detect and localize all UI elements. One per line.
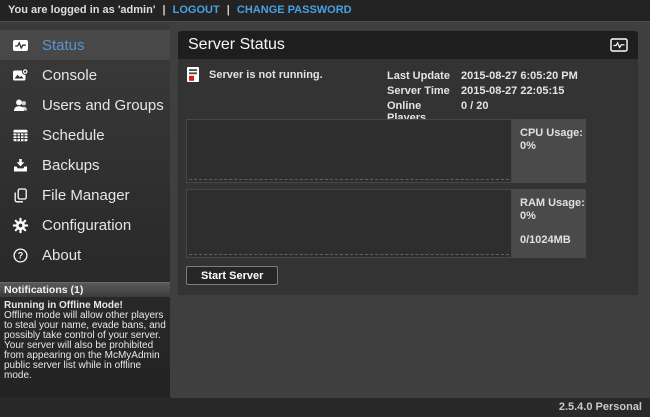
sidebar-nav: Status Console Users and Groups Schedule — [0, 30, 170, 270]
sidebar-item-label: Backups — [42, 157, 100, 174]
logged-in-text: You are logged in as 'admin' — [8, 4, 155, 16]
info-label: Server Time — [387, 85, 461, 97]
panel-header: Server Status — [178, 31, 638, 59]
panel-body: Server is not running. Last Update 2015-… — [178, 59, 638, 295]
start-server-button[interactable]: Start Server — [186, 266, 278, 285]
server-info: Last Update 2015-08-27 6:05:20 PM Server… — [387, 70, 578, 124]
change-password-link[interactable]: CHANGE PASSWORD — [237, 4, 352, 16]
logout-link[interactable]: LOGOUT — [173, 4, 220, 16]
cpu-usage-label: CPU Usage: — [520, 127, 586, 140]
page-title: Server Status — [188, 36, 285, 54]
separator: | — [163, 4, 166, 16]
sidebar-item-about[interactable]: ? About — [0, 240, 170, 270]
server-status-panel: Server Status Server is not running. Las… — [178, 31, 638, 295]
info-label: Last Update — [387, 70, 461, 82]
sidebar-item-status[interactable]: Status — [0, 30, 170, 60]
server-status-message: Server is not running. — [186, 66, 323, 83]
file-manager-icon — [12, 187, 29, 204]
ram-usage-chart — [186, 189, 512, 258]
server-stopped-icon — [186, 66, 200, 83]
notification-text: Offline mode will allow other players to… — [4, 311, 166, 381]
info-value: 2015-08-27 6:05:20 PM — [461, 70, 578, 82]
sidebar-item-backups[interactable]: Backups — [0, 150, 170, 180]
sidebar-item-label: Console — [42, 67, 97, 84]
svg-text:?: ? — [18, 250, 24, 260]
sidebar-item-users-and-groups[interactable]: Users and Groups — [0, 90, 170, 120]
sidebar-item-label: Schedule — [42, 127, 105, 144]
cpu-usage-box: CPU Usage: 0% — [512, 119, 586, 183]
ram-usage-label: RAM Usage: — [520, 197, 586, 210]
sidebar-item-label: File Manager — [42, 187, 130, 204]
notifications-header: Notifications (1) — [0, 282, 170, 297]
cpu-usage-group: CPU Usage: 0% — [186, 119, 586, 183]
sidebar-item-label: Users and Groups — [42, 97, 164, 114]
footer: 2.5.4.0 Personal — [0, 398, 650, 417]
info-value: 2015-08-27 22:05:15 — [461, 85, 578, 97]
server-status-text: Server is not running. — [209, 69, 323, 81]
sidebar-item-label: Configuration — [42, 217, 131, 234]
console-icon — [12, 67, 29, 84]
gear-icon — [12, 217, 29, 234]
schedule-icon — [12, 127, 29, 144]
status-icon — [12, 37, 29, 54]
sidebar-item-console[interactable]: Console — [0, 60, 170, 90]
cpu-usage-chart — [186, 119, 512, 183]
ram-usage-group: RAM Usage: 0% 0/1024MB — [186, 189, 586, 258]
sidebar-item-schedule[interactable]: Schedule — [0, 120, 170, 150]
sidebar-item-label: About — [42, 247, 81, 264]
sidebar-item-configuration[interactable]: Configuration — [0, 210, 170, 240]
sidebar: Status Console Users and Groups Schedule — [0, 21, 170, 398]
notification-item: Running in Offline Mode! Offline mode wi… — [0, 299, 170, 381]
separator: | — [227, 4, 230, 16]
users-icon — [12, 97, 29, 114]
ram-usage-detail: 0/1024MB — [520, 234, 586, 247]
topbar: You are logged in as 'admin' | LOGOUT | … — [0, 0, 650, 21]
main-area: Server Status Server is not running. Las… — [170, 21, 650, 398]
sidebar-item-file-manager[interactable]: File Manager — [0, 180, 170, 210]
ram-usage-box: RAM Usage: 0% 0/1024MB — [512, 189, 586, 258]
question-icon: ? — [12, 247, 29, 264]
ram-usage-value: 0% — [520, 210, 586, 223]
sidebar-item-label: Status — [42, 37, 85, 54]
status-icon — [610, 38, 628, 52]
version-text: 2.5.4.0 Personal — [559, 401, 642, 413]
backups-icon — [12, 157, 29, 174]
cpu-usage-value: 0% — [520, 140, 586, 153]
